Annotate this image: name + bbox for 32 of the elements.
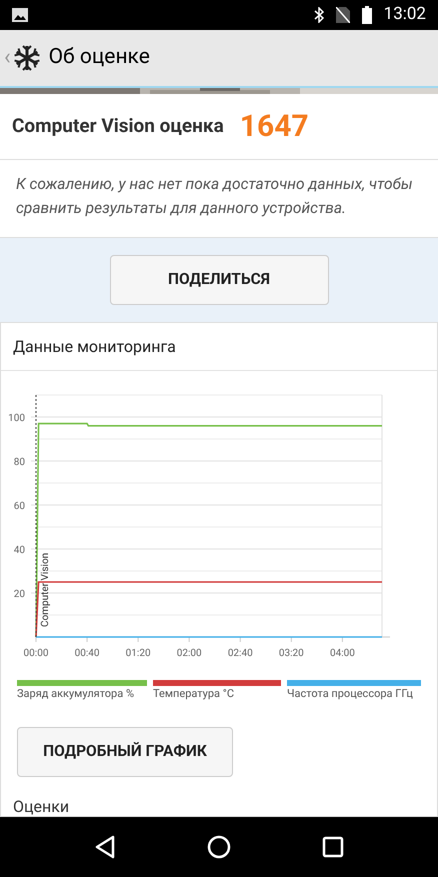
bluetooth-icon xyxy=(314,7,324,23)
legend-label: Заряд аккумулятора % xyxy=(17,686,135,702)
screen-title: Об оценке xyxy=(48,44,150,72)
home-icon[interactable] xyxy=(206,835,231,859)
section-title: Оценки xyxy=(12,796,70,816)
score-value: 1647 xyxy=(240,108,309,146)
x-tick-label: 00:40 xyxy=(74,648,100,659)
y-tick-label: 80 xyxy=(14,457,25,468)
y-tick-label: 20 xyxy=(14,589,25,600)
y-tick-label: 60 xyxy=(14,501,25,512)
detail-chart-button[interactable]: ПОДРОБНЫЙ ГРАФИК xyxy=(17,726,233,776)
legend-label: Температура °C xyxy=(153,686,235,702)
share-button[interactable]: ПОДЕЛИТЬСЯ xyxy=(110,255,328,305)
no-sim-icon xyxy=(336,7,350,23)
y-tick-label: 100 xyxy=(8,413,25,424)
battery-icon xyxy=(362,6,372,24)
legend-label: Частота процессора ГГц xyxy=(287,686,414,702)
x-tick-label: 01:20 xyxy=(126,648,151,659)
marker-label: Computer Vision xyxy=(40,552,51,627)
recents-icon[interactable] xyxy=(322,836,344,858)
x-tick-label: 02:40 xyxy=(228,648,253,659)
x-tick-label: 03:20 xyxy=(278,648,304,659)
x-tick-label: 02:00 xyxy=(176,648,202,659)
score-label: Computer Vision оценка xyxy=(12,113,224,140)
x-tick-label: 04:00 xyxy=(330,648,355,659)
x-tick-label: 00:00 xyxy=(24,648,48,659)
snowflake-icon xyxy=(12,44,41,72)
y-tick-label: 40 xyxy=(14,545,25,556)
section-title: Данные мониторинга xyxy=(13,336,176,358)
back-icon[interactable] xyxy=(94,835,116,859)
clock: 13:02 xyxy=(384,3,426,26)
image-icon xyxy=(12,8,28,22)
